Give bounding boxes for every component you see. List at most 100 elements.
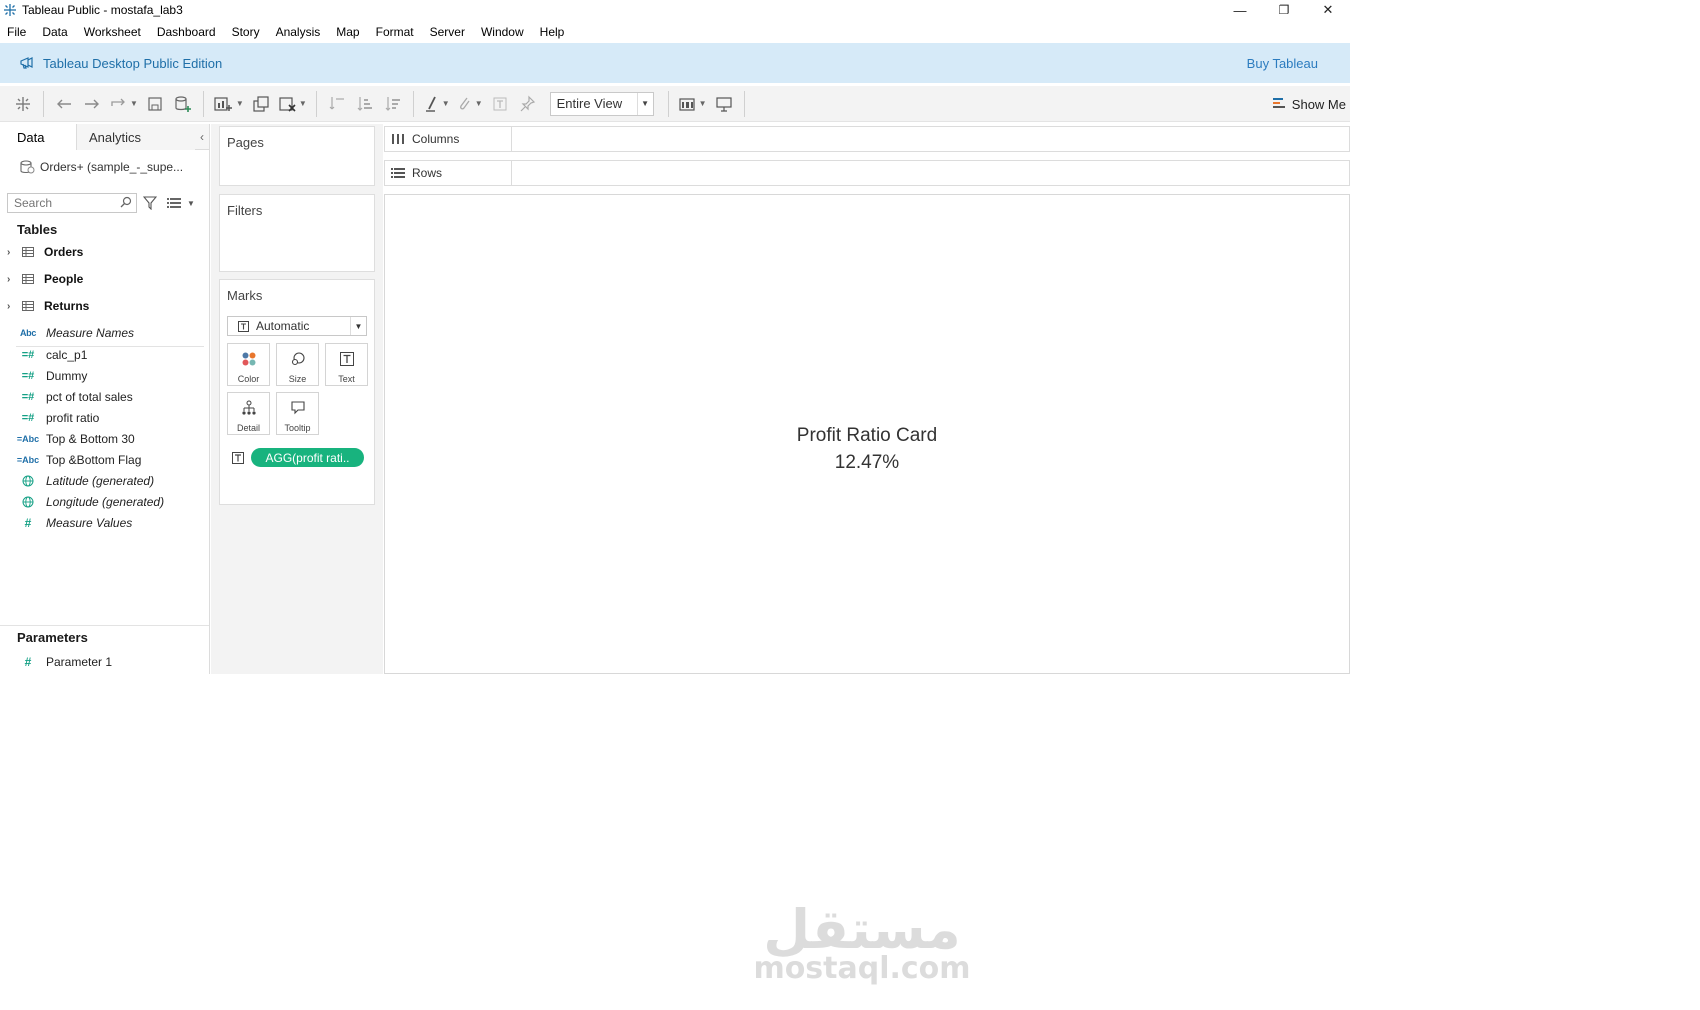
field-label: Parameter 1 — [46, 655, 113, 669]
field-top-bottom-flag[interactable]: =Abc Top &Bottom Flag — [0, 450, 142, 470]
chevron-right-icon[interactable]: › — [7, 301, 17, 312]
fix-axes-pin-icon[interactable] — [517, 91, 539, 117]
menu-window[interactable]: Window — [473, 25, 532, 39]
field-pct-of-total-sales[interactable]: =# pct of total sales — [0, 387, 133, 407]
mark-type-dropdown[interactable]: Automatic ▼ — [227, 316, 367, 336]
watermark-arabic-text: مستقل — [763, 898, 961, 961]
detail-button[interactable]: Detail — [227, 392, 270, 435]
menu-worksheet[interactable]: Worksheet — [76, 25, 149, 39]
pages-card-title: Pages — [227, 135, 264, 150]
table-returns[interactable]: › Returns — [0, 296, 89, 316]
fit-dropdown[interactable]: Entire View ▼ — [549, 91, 654, 116]
replay-caret-icon[interactable]: ▼ — [130, 99, 138, 108]
show-cards-icon[interactable]: ▼ — [678, 91, 707, 117]
minimize-button[interactable]: — — [1218, 0, 1262, 20]
menu-dashboard[interactable]: Dashboard — [149, 25, 224, 39]
search-input[interactable] — [7, 193, 137, 213]
tableau-window: Tableau Public - mostafa_lab3 — ❐ ✕ File… — [0, 0, 1350, 674]
menu-data[interactable]: Data — [34, 25, 75, 39]
new-worksheet-caret-icon[interactable]: ▼ — [236, 99, 244, 108]
worksheet-view[interactable]: Profit Ratio Card 12.47% — [384, 194, 1350, 674]
table-people[interactable]: › People — [0, 269, 83, 289]
text-button[interactable]: Text — [325, 343, 368, 386]
swap-rows-columns-icon[interactable] — [326, 91, 348, 117]
field-latitude-generated[interactable]: Latitude (generated) — [0, 471, 154, 491]
detail-label: Detail — [236, 423, 260, 433]
chevron-down-icon[interactable]: ▼ — [636, 92, 653, 115]
field-dummy[interactable]: =# Dummy — [0, 366, 88, 386]
menu-help[interactable]: Help — [532, 25, 573, 39]
close-button[interactable]: ✕ — [1306, 0, 1350, 20]
parameters-heading: Parameters — [17, 630, 88, 645]
fit-dropdown-value: Entire View — [556, 96, 623, 111]
field-measure-names[interactable]: Abc Measure Names — [0, 323, 134, 343]
columns-shelf[interactable]: Columns — [384, 126, 1350, 152]
show-labels-icon[interactable] — [489, 91, 511, 117]
restore-button[interactable]: ❐ — [1262, 0, 1306, 20]
menu-story[interactable]: Story — [224, 25, 268, 39]
clear-sheet-icon[interactable]: ▼ — [278, 91, 307, 117]
rows-shelf[interactable]: Rows — [384, 160, 1350, 186]
clear-sheet-caret-icon[interactable]: ▼ — [299, 99, 307, 108]
show-me-button[interactable]: Show Me — [1272, 91, 1346, 117]
field-longitude-generated[interactable]: Longitude (generated) — [0, 492, 164, 512]
list-view-icon[interactable] — [167, 197, 181, 209]
color-dots-icon — [240, 350, 258, 368]
marks-card-title: Marks — [227, 288, 263, 303]
edition-banner: Tableau Desktop Public Edition Buy Table… — [0, 43, 1350, 83]
collapse-chevron-left-icon[interactable]: ‹ — [195, 124, 209, 149]
toolbar-separator — [667, 90, 669, 117]
chevron-right-icon[interactable]: › — [7, 274, 17, 285]
filter-icon[interactable] — [143, 196, 157, 210]
tab-data[interactable]: Data — [0, 124, 77, 150]
data-pane-tabs: Data Analytics ‹ — [0, 124, 209, 150]
field-profit-ratio[interactable]: =# profit ratio — [0, 408, 100, 428]
tooltip-button[interactable]: Tooltip — [276, 392, 319, 435]
toolbar-separator — [43, 90, 44, 117]
new-datasource-icon[interactable] — [172, 91, 194, 117]
menu-format[interactable]: Format — [368, 25, 422, 39]
tab-analytics[interactable]: Analytics — [77, 124, 195, 150]
replay-icon[interactable]: ▼ — [109, 91, 138, 117]
show-me-icon — [1272, 98, 1285, 108]
sort-descending-icon[interactable] — [382, 91, 404, 117]
table-orders[interactable]: › Orders — [0, 242, 83, 262]
show-cards-caret-icon[interactable]: ▼ — [699, 99, 707, 108]
highlight-icon[interactable]: ▼ — [423, 91, 450, 117]
menu-server[interactable]: Server — [422, 25, 473, 39]
group-icon[interactable]: ▼ — [456, 91, 483, 117]
field-label: Top &Bottom Flag — [46, 453, 142, 467]
duplicate-sheet-icon[interactable] — [250, 91, 272, 117]
undo-icon[interactable] — [53, 91, 75, 117]
field-measure-values[interactable]: # Measure Values — [0, 513, 133, 533]
color-button[interactable]: Color — [227, 343, 270, 386]
size-button[interactable]: Size — [276, 343, 319, 386]
field-parameter-1[interactable]: # Parameter 1 — [0, 652, 112, 672]
size-icon — [289, 350, 307, 368]
chevron-down-icon[interactable]: ▼ — [350, 317, 366, 335]
field-top-bottom-30[interactable]: =Abc Top & Bottom 30 — [0, 429, 135, 449]
redo-icon[interactable] — [81, 91, 103, 117]
profit-ratio-pill[interactable]: AGG(profit rati.. — [251, 448, 364, 467]
filters-card[interactable]: Filters — [219, 194, 375, 272]
tableau-home-icon[interactable] — [12, 91, 34, 117]
group-caret-icon[interactable]: ▼ — [475, 99, 483, 108]
pages-card[interactable]: Pages — [219, 126, 375, 186]
field-calc-p1[interactable]: =# calc_p1 — [0, 345, 88, 365]
edition-label: Tableau Desktop Public Edition — [43, 55, 223, 71]
buy-tableau-link[interactable]: Buy Tableau — [1247, 56, 1318, 71]
toolbar-separator — [315, 90, 317, 117]
menu-file[interactable]: File — [0, 25, 34, 39]
new-worksheet-icon[interactable]: ▼ — [213, 91, 244, 117]
presentation-mode-icon[interactable] — [713, 91, 735, 117]
highlight-caret-icon[interactable]: ▼ — [442, 99, 450, 108]
save-icon[interactable] — [144, 91, 166, 117]
sort-ascending-icon[interactable] — [354, 91, 376, 117]
view-caret-icon[interactable]: ▼ — [187, 199, 195, 208]
chevron-right-icon[interactable]: › — [7, 247, 17, 258]
menu-analysis[interactable]: Analysis — [268, 25, 329, 39]
menu-map[interactable]: Map — [328, 25, 367, 39]
globe-icon — [18, 475, 38, 487]
globe-icon — [18, 496, 38, 508]
datasource-item[interactable]: Orders+ (sample_-_supe... — [0, 156, 209, 178]
